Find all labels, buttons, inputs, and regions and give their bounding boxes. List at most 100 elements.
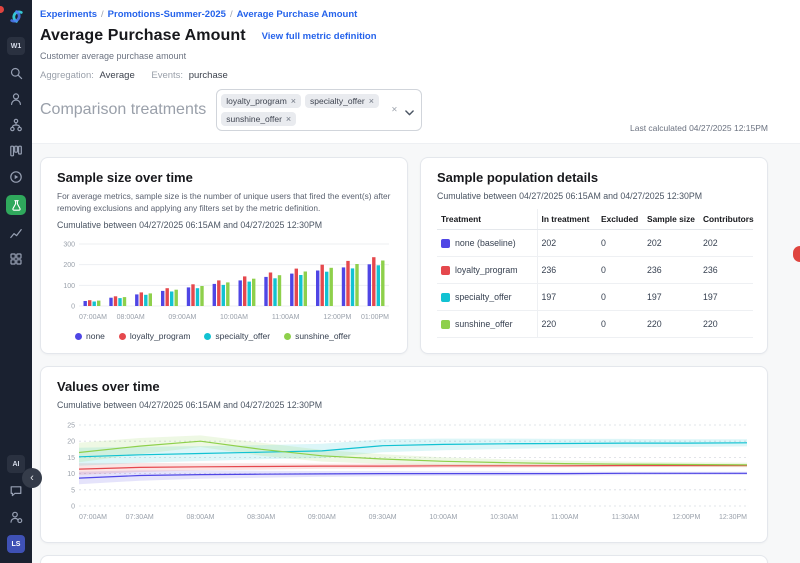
comparison-treatments-select[interactable]: loyalty_program×specialty_offer×sunshine… (216, 89, 422, 131)
table-cell: 0 (597, 284, 643, 311)
chat-icon[interactable] (8, 483, 24, 499)
table-cell: 202 (537, 230, 597, 257)
table-cell: 197 (643, 284, 699, 311)
sample-size-cumulative: Cumulative between 04/27/2025 06:15AM an… (57, 220, 391, 230)
svg-text:09:30AM: 09:30AM (369, 514, 397, 521)
account-settings-icon[interactable] (8, 509, 24, 525)
breadcrumb-current[interactable]: Average Purchase Amount (237, 9, 358, 20)
workspace-badge[interactable]: W1 (7, 37, 25, 55)
values-chart[interactable]: 051015202507:00AM07:30AM08:00AM08:30AM09… (57, 418, 751, 530)
column-header-in-treatment[interactable]: In treatment (537, 209, 597, 230)
svg-text:12:30PM: 12:30PM (719, 514, 747, 521)
right-edge-tab[interactable] (793, 246, 800, 262)
sample-size-description: For average metrics, sample size is the … (57, 191, 391, 214)
treatment-chip[interactable]: specialty_offer× (305, 94, 379, 108)
treatment-chip-label: loyalty_program (226, 96, 286, 106)
remove-treatment-icon[interactable]: × (291, 96, 296, 106)
svg-text:300: 300 (63, 242, 75, 249)
legend-label: sunshine_offer (295, 331, 351, 341)
values-over-time-card: Values over time Cumulative between 04/2… (40, 366, 768, 543)
table-cell: 220 (643, 311, 699, 338)
dashboard-content: Sample size over time For average metric… (32, 144, 800, 563)
svg-text:0: 0 (71, 304, 75, 311)
view-metric-definition-link[interactable]: View full metric definition (262, 31, 377, 42)
treatment-cell: specialty_offer (437, 284, 537, 311)
remove-treatment-icon[interactable]: × (369, 96, 374, 106)
table-row[interactable]: sunshine_offer2200220220 (437, 311, 753, 338)
main-content: Experiments/Promotions-Summer-2025/Avera… (32, 0, 800, 563)
user-avatar-badge[interactable]: LS (7, 535, 25, 553)
svg-text:08:30AM: 08:30AM (247, 514, 275, 521)
aggregation-value: Average (100, 70, 135, 81)
svg-text:07:30AM: 07:30AM (126, 514, 154, 521)
svg-text:11:00AM: 11:00AM (551, 514, 579, 521)
treatment-name: loyalty_program (455, 265, 518, 275)
table-cell: 220 (699, 311, 753, 338)
treatment-chip[interactable]: sunshine_offer × (221, 112, 296, 126)
table-row[interactable]: specialty_offer1970197197 (437, 284, 753, 311)
events-value: purchase (189, 70, 228, 81)
line-chart-icon[interactable] (8, 225, 24, 241)
treatment-chip-label: sunshine_offer (226, 114, 282, 124)
legend-swatch (75, 333, 82, 340)
columns-icon[interactable] (8, 143, 24, 159)
sidebar-item-experiments-active[interactable] (6, 195, 26, 215)
svg-text:5: 5 (71, 488, 75, 495)
svg-text:09:00AM: 09:00AM (168, 314, 196, 321)
svg-text:08:00AM: 08:00AM (186, 514, 214, 521)
population-table: Treatment In treatment Excluded Sample s… (437, 209, 753, 338)
legend-label: specialty_offer (215, 331, 270, 341)
column-header-sample-size[interactable]: Sample size (643, 209, 699, 230)
table-cell: 236 (537, 257, 597, 284)
table-cell: 0 (597, 230, 643, 257)
legend-item[interactable]: sunshine_offer (284, 331, 351, 341)
svg-text:10: 10 (67, 471, 75, 478)
population-table-body: none (baseline)2020202202loyalty_program… (437, 230, 753, 338)
column-header-treatment[interactable]: Treatment (437, 209, 537, 230)
legend-item[interactable]: specialty_offer (204, 331, 270, 341)
table-cell: 0 (597, 311, 643, 338)
users-icon[interactable] (8, 91, 24, 107)
legend-item[interactable]: none (75, 331, 105, 341)
svg-text:100: 100 (63, 283, 75, 290)
events-label: Events: (151, 70, 183, 81)
aggregation-label: Aggregation: (40, 70, 94, 81)
column-header-excluded[interactable]: Excluded (597, 209, 643, 230)
legend-item[interactable]: loyalty_program (119, 331, 190, 341)
ai-assistant-badge[interactable]: AI (7, 455, 25, 473)
table-cell: 202 (643, 230, 699, 257)
svg-text:12:00PM: 12:00PM (672, 514, 700, 521)
breadcrumb-link-experiments[interactable]: Experiments (40, 9, 97, 20)
table-row[interactable]: none (baseline)2020202202 (437, 230, 753, 257)
treatment-chips: loyalty_program×specialty_offer×sunshine… (219, 92, 385, 128)
chevron-down-icon[interactable] (405, 103, 414, 121)
treatment-cell: loyalty_program (437, 257, 537, 284)
remove-treatment-icon[interactable]: × (286, 114, 291, 124)
app-logo-icon[interactable] (8, 8, 25, 25)
sample-size-chart[interactable]: 010020030007:00AM08:00AM09:00AM10:00AM11… (57, 238, 391, 328)
legend-swatch (284, 333, 291, 340)
treatment-name: specialty_offer (455, 292, 512, 302)
table-row[interactable]: loyalty_program2360236236 (437, 257, 753, 284)
treatment-color-swatch (441, 266, 450, 275)
breadcrumb-separator: / (101, 9, 104, 20)
population-details-card: Sample population details Cumulative bet… (420, 157, 768, 354)
clear-selection-icon[interactable]: × (391, 105, 397, 116)
svg-text:15: 15 (67, 455, 75, 462)
treatment-chip[interactable]: loyalty_program × (221, 94, 301, 108)
breadcrumb: Experiments/Promotions-Summer-2025/Avera… (40, 9, 768, 20)
sample-size-legend: none loyalty_program specialty_offer sunshi… (57, 331, 391, 341)
branch-icon[interactable] (8, 117, 24, 133)
last-calculated: Last calculated 04/27/2025 12:15PM (630, 123, 768, 133)
search-icon[interactable] (8, 65, 24, 81)
breadcrumb-link-experiment[interactable]: Promotions-Summer-2025 (108, 9, 226, 20)
pulse-icon[interactable] (8, 169, 24, 185)
svg-text:12:00PM: 12:00PM (323, 314, 351, 321)
column-header-contributors[interactable]: Contributors (699, 209, 753, 230)
values-cumulative: Cumulative between 04/27/2025 06:15AM an… (57, 400, 751, 410)
grid-icon[interactable] (8, 251, 24, 267)
population-card-title: Sample population details (437, 170, 751, 185)
values-card-title: Values over time (57, 379, 751, 394)
svg-text:07:00AM: 07:00AM (79, 514, 107, 521)
sidebar-collapse-button[interactable]: ‹ (22, 468, 42, 488)
